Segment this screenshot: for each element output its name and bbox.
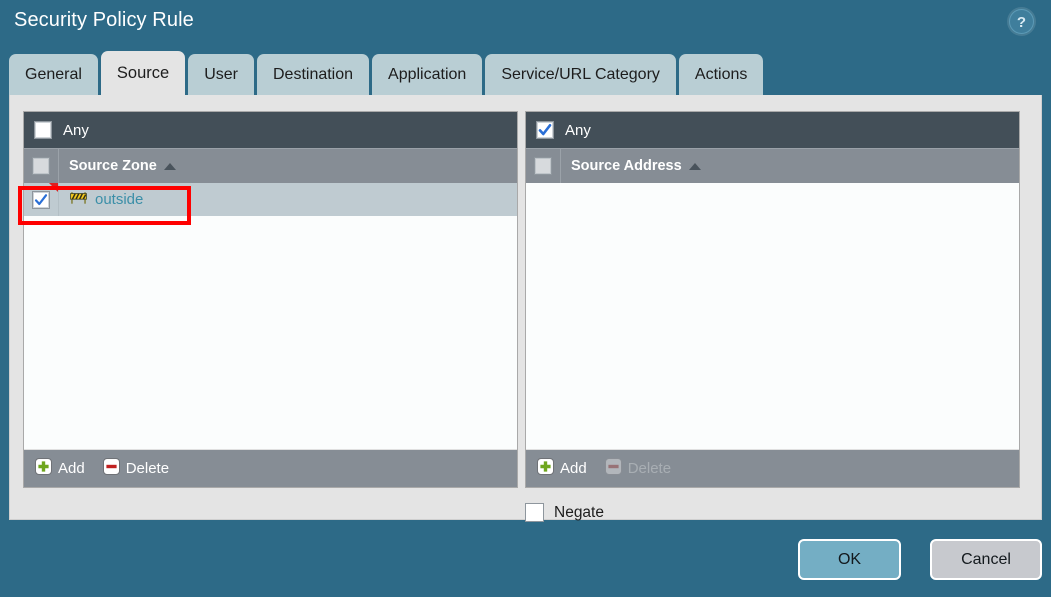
source-zone-select-all-cell[interactable] xyxy=(24,149,59,183)
cancel-button[interactable]: Cancel xyxy=(930,539,1042,580)
negate-label: Negate xyxy=(554,503,604,521)
plus-icon xyxy=(35,458,52,479)
column-header-label: Source Address xyxy=(571,158,682,174)
sort-ascending-icon[interactable] xyxy=(163,162,176,170)
plus-icon xyxy=(537,458,554,479)
tab-bar: General Source User Destination Applicat… xyxy=(9,51,764,96)
dialog-titlebar: Security Policy Rule ? xyxy=(0,0,1051,48)
source-zone-row-label: outside xyxy=(95,191,144,208)
minus-icon xyxy=(604,458,622,479)
tab-destination[interactable]: Destination xyxy=(256,54,370,96)
source-address-add-button[interactable]: Add xyxy=(537,458,587,479)
row-modified-indicator-icon xyxy=(49,183,58,192)
source-address-panel: Any Source Address Add Delete xyxy=(525,111,1020,488)
source-zone-row-content[interactable]: outside xyxy=(59,190,143,209)
source-address-select-all-cell[interactable] xyxy=(526,149,561,183)
tab-content-source: Any Source Zone outside Add Delete Any S… xyxy=(9,95,1042,522)
svg-text:?: ? xyxy=(1017,14,1026,31)
source-address-select-all-checkbox[interactable] xyxy=(534,157,552,175)
dialog-footer: OK Cancel xyxy=(0,520,1051,597)
sort-ascending-icon[interactable] xyxy=(688,162,701,170)
source-address-header-title[interactable]: Source Address xyxy=(561,158,701,174)
source-zone-any-label: Any xyxy=(63,121,89,139)
source-zone-delete-button[interactable]: Delete xyxy=(102,458,170,479)
tab-source[interactable]: Source xyxy=(100,51,186,96)
tab-general[interactable]: General xyxy=(9,54,98,96)
tab-label: General xyxy=(25,66,82,83)
source-address-any-label: Any xyxy=(565,121,591,139)
tab-label: Application xyxy=(388,66,467,83)
tab-label: Actions xyxy=(694,66,748,83)
source-zone-any-bar[interactable]: Any xyxy=(24,112,517,148)
source-zone-panel: Any Source Zone outside Add Delete xyxy=(23,111,518,488)
add-label: Add xyxy=(560,460,587,477)
ok-button[interactable]: OK xyxy=(798,539,901,580)
delete-label: Delete xyxy=(125,460,170,477)
help-circle-icon[interactable]: ? xyxy=(1009,9,1034,34)
tab-label: User xyxy=(204,66,238,83)
source-address-any-bar[interactable]: Any xyxy=(526,112,1019,148)
add-label: Add xyxy=(58,460,85,477)
delete-label: Delete xyxy=(627,460,672,477)
minus-icon xyxy=(102,458,120,479)
security-policy-rule-dialog: Security Policy Rule ? General Source Us… xyxy=(0,0,1051,597)
source-zone-row-list: outside xyxy=(24,183,517,449)
column-header-label: Source Zone xyxy=(69,158,157,174)
tab-service-url-category[interactable]: Service/URL Category xyxy=(485,54,676,96)
source-address-row-list xyxy=(526,183,1019,449)
ok-label: OK xyxy=(837,550,862,568)
tab-label: Service/URL Category xyxy=(501,66,660,83)
source-zone-row-checkbox-cell[interactable] xyxy=(24,183,59,216)
source-address-column-header: Source Address xyxy=(526,148,1019,183)
tab-actions[interactable]: Actions xyxy=(678,54,764,96)
zone-barrier-icon xyxy=(70,190,87,209)
source-zone-select-all-checkbox[interactable] xyxy=(32,157,50,175)
source-zone-any-checkbox[interactable] xyxy=(34,121,52,139)
source-zone-toolbar: Add Delete xyxy=(24,449,517,487)
tab-label: Source xyxy=(116,64,170,82)
table-row[interactable]: outside xyxy=(24,183,517,216)
source-address-delete-button: Delete xyxy=(604,458,672,479)
cancel-label: Cancel xyxy=(961,550,1011,568)
tab-label: Destination xyxy=(272,66,354,83)
page-title: Security Policy Rule xyxy=(14,9,194,31)
source-zone-header-title[interactable]: Source Zone xyxy=(59,158,176,174)
source-zone-column-header: Source Zone xyxy=(24,148,517,183)
source-address-any-checkbox[interactable] xyxy=(536,121,554,139)
source-zone-add-button[interactable]: Add xyxy=(35,458,85,479)
source-address-toolbar: Add Delete xyxy=(526,449,1019,487)
tab-user[interactable]: User xyxy=(188,54,254,96)
tab-application[interactable]: Application xyxy=(372,54,483,96)
source-zone-row-checkbox[interactable] xyxy=(32,190,50,209)
